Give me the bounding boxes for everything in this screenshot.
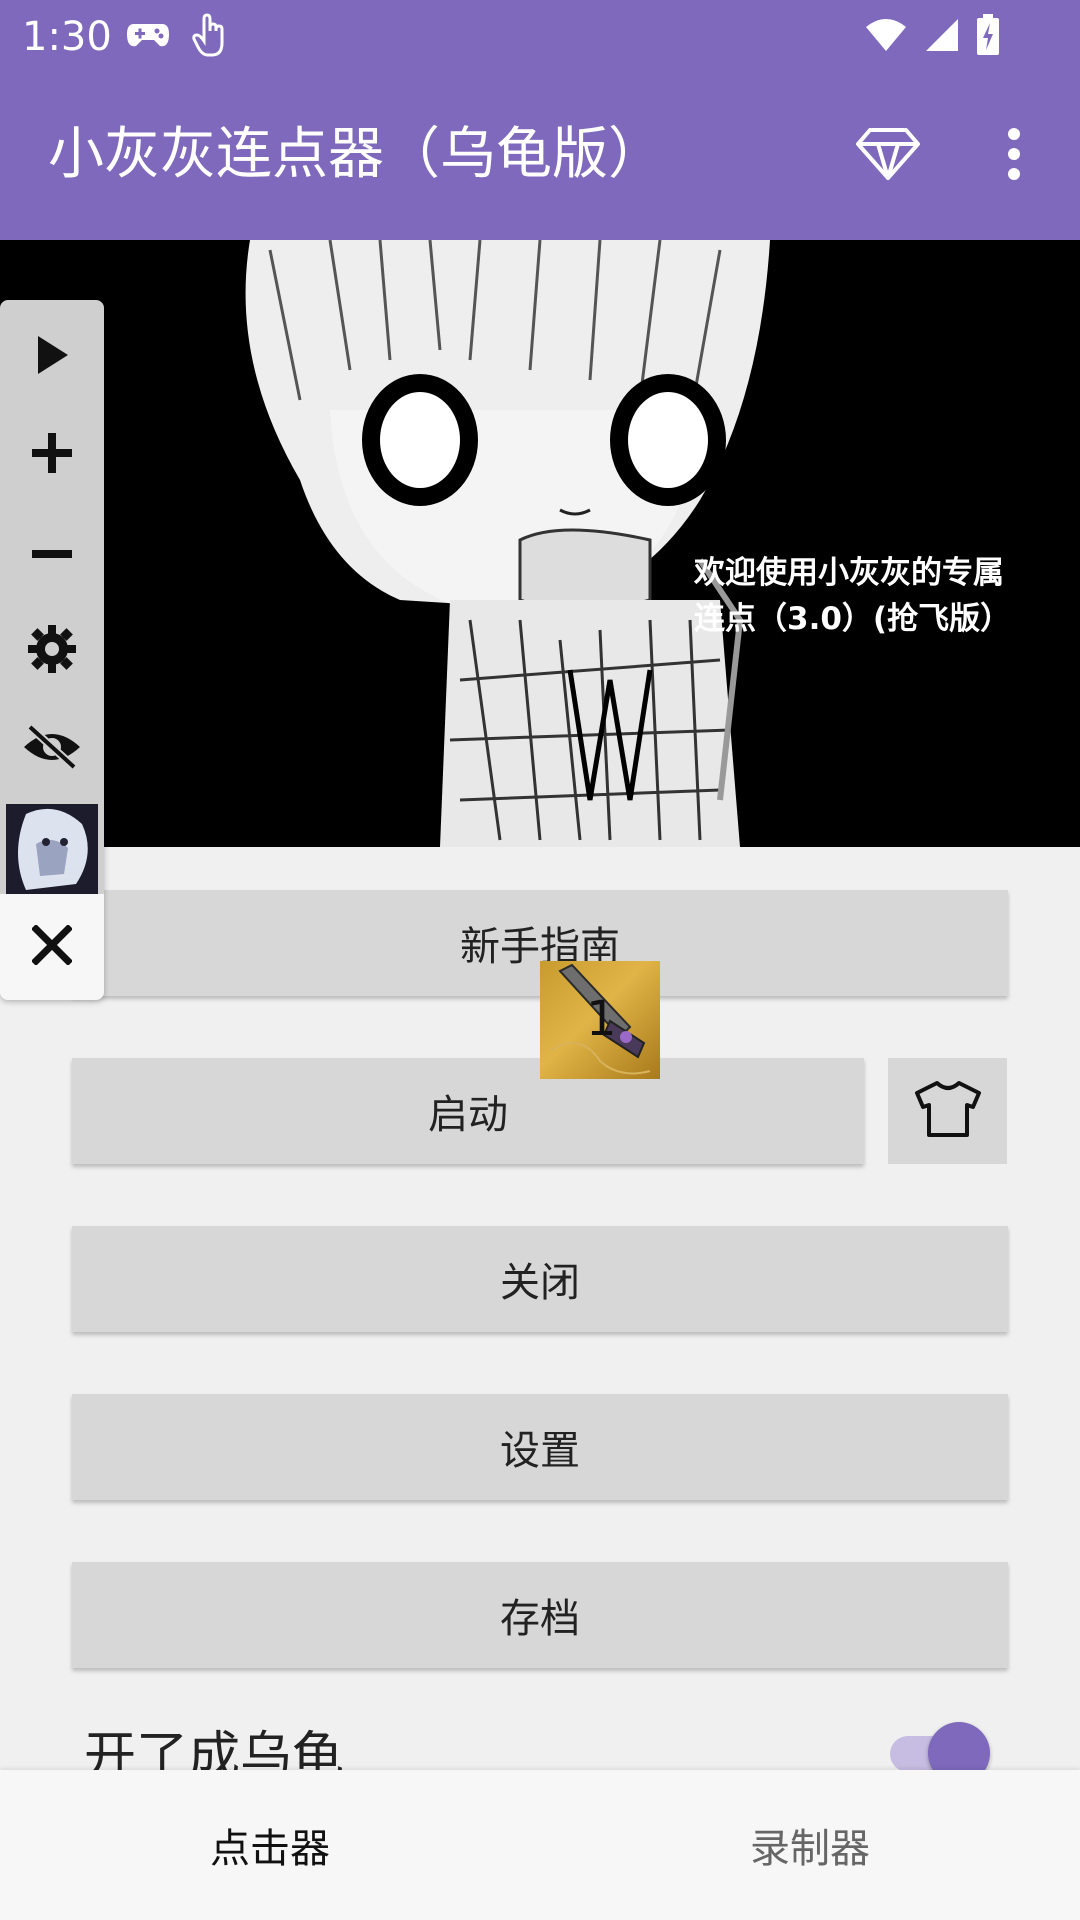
wifi-icon: [864, 17, 908, 57]
floating-toolbar: [0, 300, 104, 1000]
minus-icon: [30, 544, 74, 563]
skin-button[interactable]: [888, 1058, 1007, 1164]
close-icon: [31, 924, 73, 969]
hide-points-button[interactable]: [0, 700, 104, 798]
status-left-icons: [126, 13, 226, 61]
diamond-icon: [856, 126, 920, 186]
gamepad-icon: [126, 20, 170, 54]
gear-icon: [27, 624, 77, 678]
banner-caption-line1: 欢迎使用小灰灰的专属: [694, 555, 1004, 591]
bottom-navigation: 点击器 录制器: [0, 1770, 1080, 1920]
banner-caption: 欢迎使用小灰灰的专属 连点（3.0）(抢飞版）: [694, 550, 1074, 642]
remove-point-button[interactable]: [0, 504, 104, 602]
status-right-icons: [864, 14, 1000, 60]
touch-icon: [192, 13, 226, 61]
floating-weapon-overlay[interactable]: 1: [540, 961, 660, 1079]
floating-settings-button[interactable]: [0, 602, 104, 700]
status-bar: 1:30: [0, 0, 1080, 74]
profile-thumbnail[interactable]: [6, 804, 98, 894]
floating-close-button[interactable]: [0, 894, 104, 1000]
start-button[interactable]: 启动: [72, 1058, 864, 1164]
play-icon: [34, 334, 70, 380]
add-point-button[interactable]: [0, 406, 104, 504]
more-vert-icon: [1006, 128, 1022, 184]
tab-recorder[interactable]: 录制器: [540, 1770, 1080, 1920]
app-title: 小灰灰连点器（乌龟版）: [48, 122, 664, 187]
app-bar: 小灰灰连点器（乌龟版）: [0, 74, 1080, 240]
settings-button[interactable]: 设置: [72, 1394, 1008, 1500]
overlay-count: 1: [586, 991, 617, 1047]
battery-icon: [976, 14, 1000, 60]
tab-clicker[interactable]: 点击器: [0, 1770, 540, 1920]
status-time: 1:30: [22, 14, 112, 60]
banner-caption-line2: 连点（3.0）(抢飞版）: [694, 601, 1012, 637]
play-button[interactable]: [0, 308, 104, 406]
plus-icon: [30, 431, 74, 479]
banner-image: 欢迎使用小灰灰的专属 连点（3.0）(抢飞版）: [0, 240, 1080, 847]
banner-illustration: [0, 240, 1080, 847]
close-button[interactable]: 关闭: [72, 1226, 1008, 1332]
more-options-button[interactable]: [984, 118, 1044, 194]
save-button[interactable]: 存档: [72, 1562, 1008, 1668]
tshirt-icon: [913, 1079, 983, 1143]
diamond-button[interactable]: [850, 118, 926, 194]
signal-icon: [924, 17, 960, 57]
eye-off-icon: [22, 724, 82, 773]
